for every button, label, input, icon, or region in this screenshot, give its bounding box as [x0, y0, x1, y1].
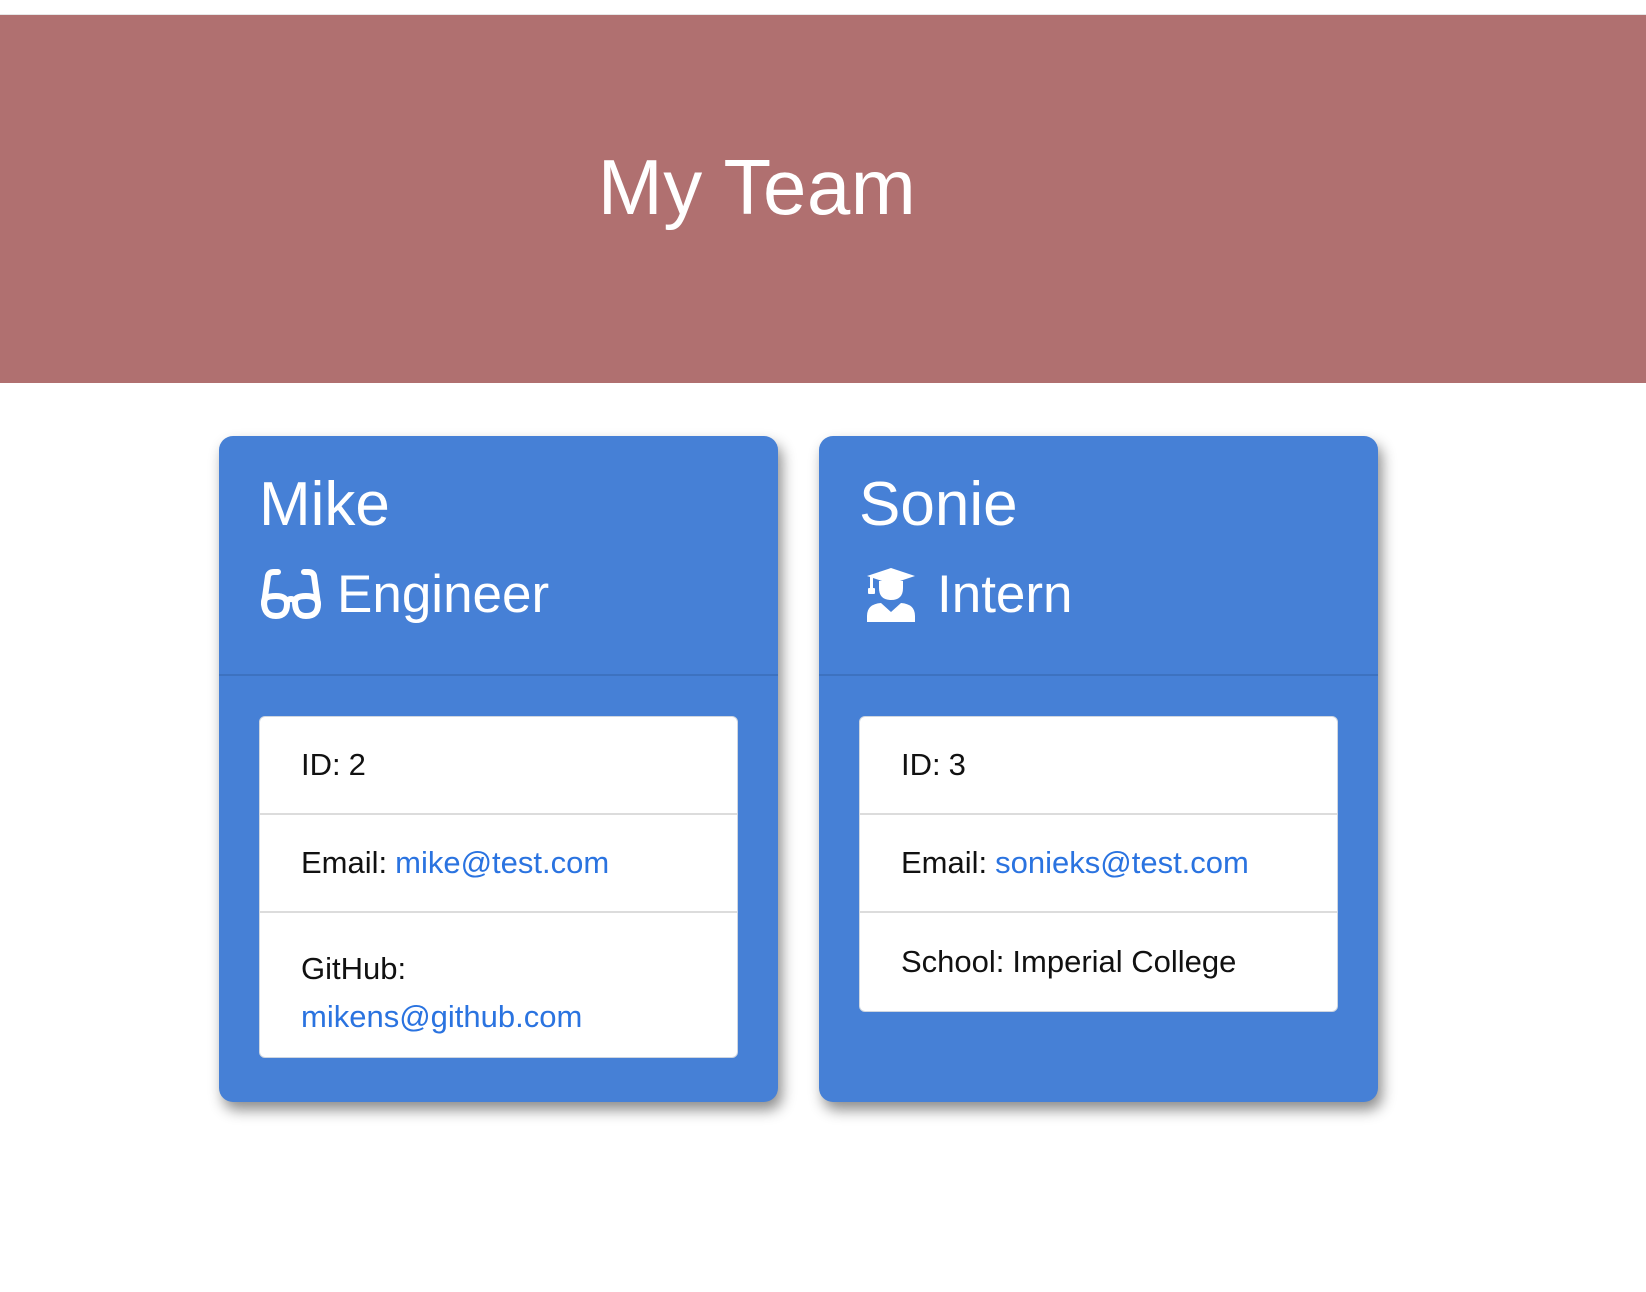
- info-list: ID: 3 Email: sonieks@test.com School: Im…: [859, 716, 1338, 1012]
- id-label: ID:: [901, 747, 941, 782]
- card-body: ID: 2 Email: mike@test.com GitHub: miken…: [219, 676, 778, 1058]
- email-link[interactable]: sonieks@test.com: [995, 845, 1249, 881]
- email-row: Email: mike@test.com: [260, 815, 737, 913]
- page-title: My Team: [597, 142, 917, 231]
- github-row: GitHub: mikens@github.com: [260, 913, 737, 1057]
- top-strip: [0, 0, 1646, 15]
- id-row: ID: 3: [860, 717, 1337, 815]
- id-value: 2: [348, 747, 366, 782]
- role-label: Intern: [937, 564, 1073, 624]
- info-list: ID: 2 Email: mike@test.com GitHub: miken…: [259, 716, 738, 1058]
- employee-name: Sonie: [859, 470, 1018, 539]
- school-value: Imperial College: [1012, 944, 1237, 979]
- card-header: Sonie Intern: [819, 436, 1378, 676]
- id-value: 3: [948, 747, 966, 782]
- page-header: My Team: [0, 15, 1646, 383]
- email-link[interactable]: mike@test.com: [395, 845, 609, 881]
- school-label: School:: [901, 944, 1005, 979]
- employee-role: Engineer: [259, 562, 738, 626]
- id-row: ID: 2: [260, 717, 737, 815]
- employee-role: Intern: [859, 562, 1338, 626]
- email-row: Email: sonieks@test.com: [860, 815, 1337, 913]
- github-link[interactable]: mikens@github.com: [301, 999, 582, 1034]
- github-label: GitHub:: [301, 951, 407, 986]
- card-body: ID: 3 Email: sonieks@test.com School: Im…: [819, 676, 1378, 1012]
- role-label: Engineer: [337, 564, 550, 624]
- graduate-icon: [859, 566, 923, 622]
- employee-card-engineer: Mike Engineer ID: 2 Email: mike@test.com…: [219, 436, 778, 1102]
- employee-card-intern: Sonie Intern ID: 3 Email: sonieks@test.c…: [819, 436, 1378, 1102]
- email-label: Email:: [301, 845, 388, 880]
- id-label: ID:: [301, 747, 341, 782]
- employee-name: Mike: [259, 470, 390, 539]
- card-header: Mike Engineer: [219, 436, 778, 676]
- school-row: School: Imperial College: [860, 913, 1337, 1011]
- glasses-icon: [259, 566, 323, 622]
- email-label: Email:: [901, 845, 988, 880]
